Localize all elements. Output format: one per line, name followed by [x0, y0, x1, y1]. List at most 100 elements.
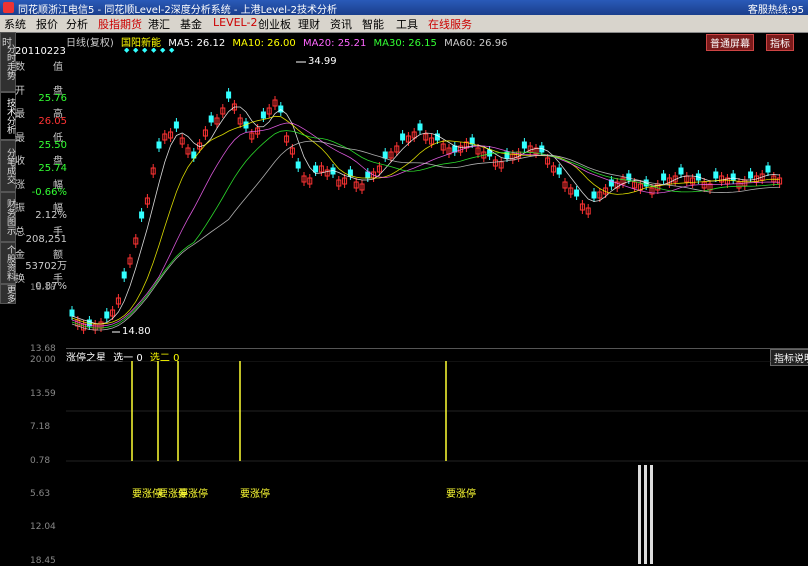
candle-body [226, 91, 232, 99]
indicator-header: 涨停之星 选一 0 选二 0 [66, 349, 808, 364]
candle-body [574, 189, 580, 197]
menu-item-5[interactable]: 基金 [180, 16, 202, 32]
ma-line-4 [71, 140, 780, 331]
side-tab-5[interactable]: 更多 [0, 284, 16, 304]
marker-diamond: ◆ [169, 48, 175, 54]
axis-label-sub-1: 13.59 [30, 389, 56, 399]
candle-body [661, 173, 667, 181]
candle-body [556, 167, 562, 175]
marker-diamond: ◆ [151, 48, 157, 54]
white-signal-bar [644, 465, 647, 564]
candle-body [765, 165, 771, 173]
marker-diamond: ◆ [124, 48, 130, 54]
menu-bar: 系统 报价 分析 股指期货 港汇 基金 LEVEL-2 创业板 理财 资讯 智能 工具 在线服务 [0, 15, 808, 33]
app-logo-icon [3, 2, 14, 13]
signal-label: 要涨停 [178, 487, 208, 500]
info-label-9: 换 [15, 273, 25, 285]
info-label-5: 涨 [15, 179, 25, 191]
annotation-high: 34.99 [308, 56, 337, 67]
info-label2-0: 值 [53, 62, 63, 73]
menu-item-12[interactable]: 在线服务 [428, 16, 472, 32]
candle-body [208, 115, 214, 123]
info-value-5: -0.66% [31, 186, 67, 198]
candle-body [748, 171, 754, 179]
menu-item-9[interactable]: 资讯 [330, 16, 352, 32]
info-value-2: 26.05 [38, 116, 67, 127]
marker-diamond: ◆ [133, 48, 139, 54]
white-signal-bar [650, 465, 653, 564]
signal-label: 要涨停 [240, 487, 270, 500]
candle-body [313, 165, 319, 173]
axis-label-sub-3: 0.78 [30, 456, 51, 466]
ma-line-2 [71, 122, 780, 327]
price-chart[interactable]: ◆ ◆ ◆ ◆ ◆ ◆34.9914.80 [66, 48, 808, 348]
info-label-8: 金 [15, 250, 25, 261]
menu-item-3[interactable]: 股指期货 [98, 16, 142, 32]
marker-diamond: ◆ [160, 48, 166, 54]
info-value-6: 2.12% [35, 210, 67, 221]
info-value-1: 25.76 [38, 92, 67, 104]
candle-body [139, 211, 145, 219]
axis-label-sub-4: 5.63 [30, 489, 51, 499]
menu-item-2[interactable]: 分析 [66, 16, 88, 32]
info-value-4: 25.74 [38, 163, 67, 174]
menu-item-7[interactable]: 创业板 [258, 16, 291, 32]
info-value-7: 208,251 [25, 233, 67, 245]
candle-body [121, 271, 127, 279]
candle-body [591, 191, 597, 199]
menu-item-6[interactable]: LEVEL-2 [213, 16, 257, 29]
side-tab-1[interactable]: 技术分析 [0, 92, 16, 140]
menu-item-8[interactable]: 理财 [298, 16, 320, 32]
info-label-1: 开 [15, 85, 25, 97]
candle-body [504, 151, 510, 159]
ma-line-1 [71, 115, 780, 325]
axis-label-sub-6: 18.45 [30, 556, 56, 566]
axis-label-sub-0: 20.00 [30, 355, 56, 365]
candle-body [713, 171, 719, 179]
info-date: 20110223 [15, 46, 66, 57]
candle-body [730, 173, 736, 181]
menu-item-0[interactable]: 系统 [4, 16, 26, 32]
candle-body [382, 151, 388, 159]
ma-line-3 [71, 130, 780, 329]
side-tab-2[interactable]: 分笔成交 [0, 140, 16, 192]
candle-body [626, 173, 632, 181]
candle-body [469, 137, 475, 145]
info-panel: 时 20110223 数值开盘 25.76 最高 26.05 最低 25.50 收盘 25.7… [2, 34, 67, 292]
candle-body [400, 133, 406, 141]
white-signal-bar [638, 465, 641, 564]
menu-item-4[interactable]: 港汇 [148, 16, 170, 32]
candle-body [295, 161, 301, 169]
candle-body [156, 141, 162, 149]
candle-body [278, 105, 284, 113]
marker-diamond: ◆ [142, 48, 148, 54]
info-label-0: 数 [15, 62, 25, 73]
axis-label-main-0: 18.18 [30, 283, 56, 293]
chart-header: 日线(复权) 国阳新能 MA5: 26.12 MA10: 26.00 MA20:… [66, 34, 808, 49]
candle-body [260, 111, 266, 119]
title-bar: 同花顺浙江电信5 - 同花顺Level-2深度分析系统 - 上港Level-2技… [0, 0, 808, 16]
candle-body [678, 167, 684, 175]
candle-body [69, 309, 75, 317]
info-label-4: 收 [15, 156, 25, 167]
menu-item-1[interactable]: 报价 [36, 16, 58, 32]
side-tab-4[interactable]: 个股资料 [0, 242, 16, 284]
side-tabs: 分时走势 技术分析 分笔成交 财务图示 个股资料 更多 [0, 32, 16, 304]
info-label-3: 最 [15, 132, 25, 144]
info-label-6: 振 [15, 203, 25, 214]
candle-body [173, 121, 179, 129]
candle-body [417, 123, 423, 131]
menu-item-10[interactable]: 智能 [362, 16, 384, 32]
candle-body [104, 311, 110, 319]
axis-label-sub-2: 7.18 [30, 422, 51, 432]
info-label-7: 总 [15, 226, 25, 238]
hotline-text: 客服热线:95 [747, 5, 804, 16]
indicator-chart: 要涨停要涨停要涨停 要涨停 要涨停 [66, 361, 808, 564]
menu-item-11[interactable]: 工具 [396, 16, 418, 32]
side-tab-3[interactable]: 财务图示 [0, 192, 16, 242]
info-value-3: 25.50 [38, 139, 67, 151]
time-label: 时 [2, 38, 12, 49]
info-label-2: 最 [15, 109, 25, 120]
annotation-low: 14.80 [122, 326, 151, 337]
axis-label-main-1: 13.68 [30, 344, 56, 354]
